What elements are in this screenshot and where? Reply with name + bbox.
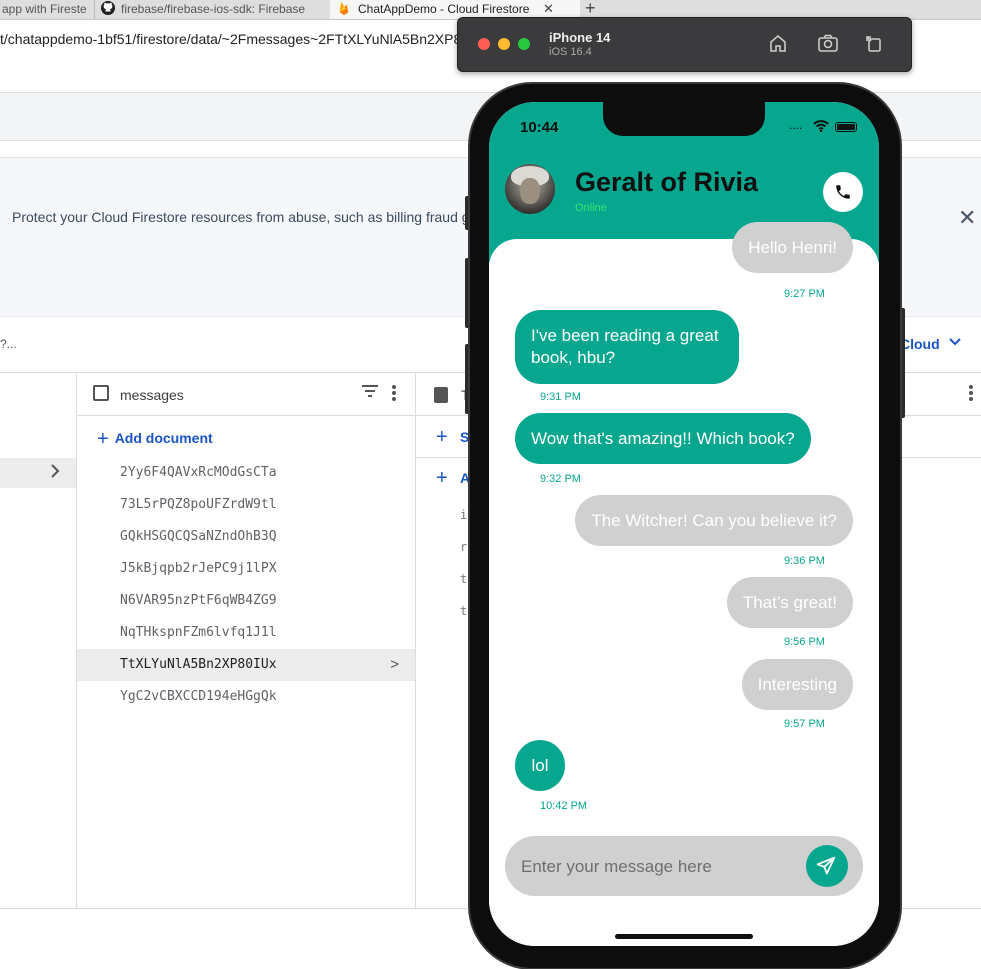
message-input[interactable] xyxy=(505,836,813,898)
call-button[interactable] xyxy=(823,172,863,212)
sent-message: I've been reading a great book, hbu? xyxy=(515,310,739,384)
received-message: Hello Henri! xyxy=(732,222,853,273)
received-message: Interesting xyxy=(741,659,853,710)
os-version: iOS 16.4 xyxy=(549,46,592,58)
home-icon[interactable] xyxy=(768,33,788,58)
status-time: 10:44 xyxy=(520,119,559,136)
dynamic-island-notch xyxy=(603,102,765,136)
more-vert-icon[interactable] xyxy=(391,384,397,407)
minimize-window-button[interactable] xyxy=(498,38,510,50)
screenshot-icon[interactable] xyxy=(817,33,839,58)
start-collection-button[interactable]: S xyxy=(460,429,469,445)
document-id: TtXLYuNlA5Bn2XP80IUx xyxy=(120,657,277,672)
plus-icon: + xyxy=(97,428,109,450)
add-field-button[interactable]: A xyxy=(460,470,470,486)
rotate-icon[interactable] xyxy=(865,33,883,58)
document-item[interactable]: NqTHkspnFZm6lvfq1J1l xyxy=(77,617,415,649)
tab-label: firebase/firebase-ios-sdk: Firebase xyxy=(121,2,306,16)
online-status: Online xyxy=(575,202,607,214)
document-item[interactable]: 73L5rPQZ8poUFZrdW9tl xyxy=(77,489,415,521)
message-time: 9:56 PM xyxy=(784,636,825,648)
banner-message: Protect your Cloud Firestore resources f… xyxy=(12,209,470,225)
document-item[interactable]: J5kBjqpb2rJePC9j1lPX xyxy=(77,553,415,585)
tab-label: ChatAppDemo - Cloud Firestore xyxy=(358,2,530,16)
firebase-icon xyxy=(339,1,349,15)
chevron-right-icon xyxy=(50,463,60,484)
sent-message: lol xyxy=(515,740,565,791)
message-time: 9:36 PM xyxy=(784,555,825,567)
received-message: The Witcher! Can you believe it? xyxy=(575,495,853,546)
received-message: That’s great! xyxy=(726,577,853,628)
chevron-right-icon: > xyxy=(390,656,399,673)
add-document-label: Add document xyxy=(114,430,213,446)
breadcrumb[interactable]: ?... xyxy=(0,337,17,351)
device-name: iPhone 14 xyxy=(549,30,611,45)
battery-icon xyxy=(835,122,857,132)
cellular-icon: .... xyxy=(789,118,803,132)
collection-title: messages xyxy=(120,387,184,403)
collection-icon xyxy=(93,385,109,401)
github-icon xyxy=(101,1,115,15)
message-composer xyxy=(505,836,863,898)
phone-icon xyxy=(836,185,850,199)
field-key: i xyxy=(460,508,468,522)
wifi-icon xyxy=(813,119,829,137)
cloud-link[interactable]: Cloud xyxy=(900,336,940,352)
browser-tab[interactable]: firebase/firebase-ios-sdk: Firebase xyxy=(94,0,333,19)
tab-label: app with Fireste xyxy=(2,2,87,16)
send-icon xyxy=(816,856,836,875)
avatar[interactable] xyxy=(505,164,555,214)
message-time: 10:42 PM xyxy=(540,800,588,812)
zoom-window-button[interactable] xyxy=(518,38,530,50)
message-time: 9:57 PM xyxy=(784,718,825,730)
root-pane xyxy=(0,373,77,908)
close-tab-icon[interactable]: ✕ xyxy=(543,1,554,16)
contact-name: Geralt of Rivia xyxy=(575,167,759,197)
phone-screen: 10:44 .... Geralt of Rivia Online Hello … xyxy=(489,102,879,946)
plus-icon[interactable]: + xyxy=(436,426,448,449)
document-icon xyxy=(434,387,448,403)
field-key: r xyxy=(460,540,468,554)
more-vert-icon[interactable] xyxy=(968,384,974,407)
filter-icon[interactable] xyxy=(361,384,379,402)
chevron-down-icon[interactable] xyxy=(948,334,962,351)
root-collection-row[interactable] xyxy=(0,458,76,488)
document-item[interactable]: N6VAR95nzPtF6qWB4ZG9 xyxy=(77,585,415,617)
browser-tab[interactable]: app with Fireste xyxy=(0,0,92,19)
field-key: t xyxy=(460,572,468,586)
document-item[interactable]: YgC2vCBXCCD194eHGgQk xyxy=(77,681,415,713)
divider xyxy=(415,373,416,908)
document-list: 2Yy6F4QAVxRcMOdGsCTa 73L5rPQZ8poUFZrdW9t… xyxy=(77,457,415,713)
plus-icon[interactable]: + xyxy=(436,467,448,490)
send-button[interactable] xyxy=(806,845,848,887)
close-icon[interactable]: ✕ xyxy=(958,205,976,231)
document-item-selected[interactable]: TtXLYuNlA5Bn2XP80IUx > xyxy=(77,649,415,681)
document-item[interactable]: 2Yy6F4QAVxRcMOdGsCTa xyxy=(77,457,415,489)
power-button xyxy=(900,308,905,418)
message-time: 9:31 PM xyxy=(540,391,581,403)
document-item[interactable]: GQkHSGQCQSaNZndOhB3Q xyxy=(77,521,415,553)
field-key: t xyxy=(460,604,468,618)
address-bar[interactable]: t/chatappdemo-1bf51/firestore/data/~2Fme… xyxy=(0,31,490,47)
message-time: 9:32 PM xyxy=(540,473,581,485)
sent-message: Wow that's amazing!! Which book? xyxy=(515,413,811,464)
add-document-button[interactable]: + Add document xyxy=(97,428,213,451)
close-window-button[interactable] xyxy=(478,38,490,50)
message-time: 9:27 PM xyxy=(784,288,825,300)
home-indicator[interactable] xyxy=(615,934,753,939)
